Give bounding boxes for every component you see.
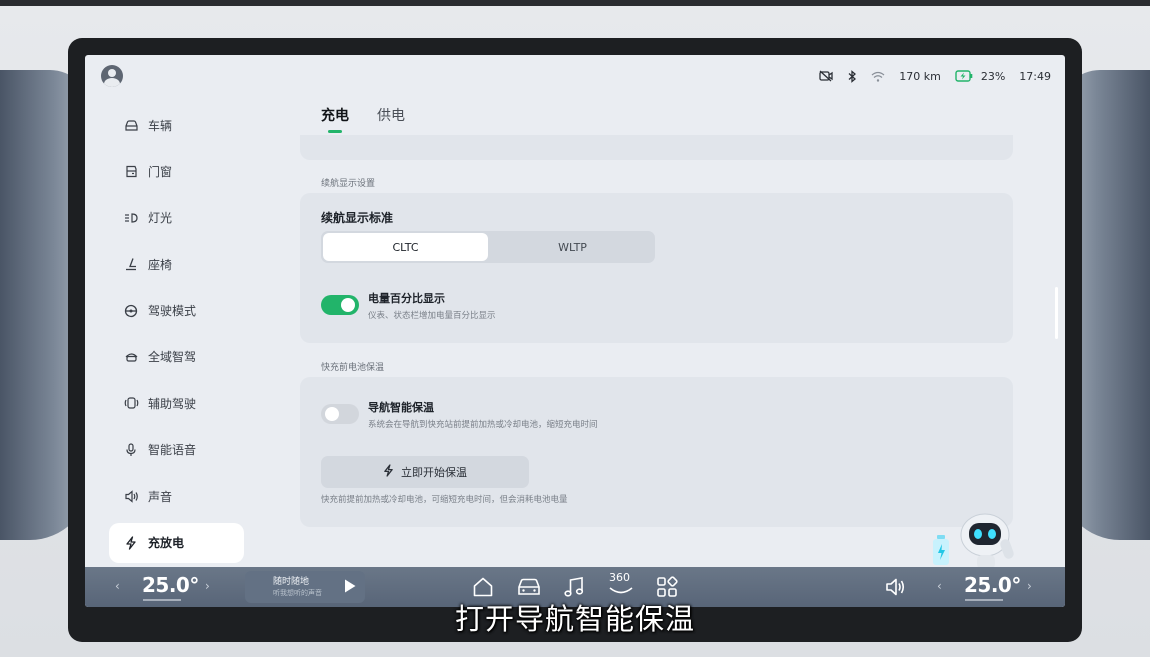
media-title: 随时随地: [273, 577, 310, 587]
wifi-icon: [871, 71, 885, 82]
range-option-wltp[interactable]: WLTP: [490, 231, 655, 263]
section-label-preheat: 快充前电池保温: [321, 363, 385, 373]
steering-wheel-icon: [123, 303, 139, 319]
sidebar-item-label: 驾驶模式: [148, 304, 197, 319]
speaker-icon: [123, 488, 139, 504]
start-preheat-label: 立即开始保温: [401, 466, 467, 479]
sidebar-item-label: 声音: [148, 489, 173, 504]
play-icon[interactable]: [343, 578, 357, 594]
sidebar-item-label: 充放电: [148, 536, 185, 551]
battery-percent-desc: 仪表、状态栏增加电量百分比显示: [368, 311, 496, 321]
right-temp-decrease[interactable]: ‹: [937, 579, 942, 593]
previous-settings-card: [300, 135, 1013, 160]
section-label-range: 续航显示设置: [321, 179, 376, 189]
sidebar-item-label: 辅助驾驶: [148, 396, 197, 411]
sidebar-item-smart-driving[interactable]: 全域智驾: [109, 337, 244, 377]
right-temp-increase[interactable]: ›: [1027, 579, 1032, 593]
range-option-cltc[interactable]: CLTC: [323, 233, 488, 261]
toggle-knob: [325, 407, 339, 421]
sidebar-item-label: 灯光: [148, 211, 173, 226]
left-temp-increase[interactable]: ›: [205, 579, 210, 593]
microphone-icon: [123, 442, 139, 458]
driver-assist-icon: [123, 395, 139, 411]
lightning-icon: [123, 535, 139, 551]
camera-off-icon: [819, 70, 833, 82]
sidebar-item-label: 座椅: [148, 257, 173, 272]
sidebar-item-charging[interactable]: 充放电: [109, 522, 244, 563]
lightning-icon: [383, 464, 394, 480]
sidebar-item-label: 车辆: [148, 118, 173, 133]
left-temp-decrease[interactable]: ‹: [115, 579, 120, 593]
sidebar-item-label: 全域智驾: [148, 350, 197, 365]
nav-preheat-toggle[interactable]: [321, 404, 359, 424]
left-temperature[interactable]: 25.0°: [142, 573, 199, 597]
autopilot-icon: [123, 349, 139, 365]
range-display-card: 续航显示标准 CLTC WLTP 电量百分比显示 仪表、状态栏增加电量百分比显示: [300, 193, 1013, 343]
charging-tabs: 充电 供电: [321, 105, 405, 133]
sidebar-item-seats[interactable]: 座椅: [109, 244, 244, 284]
seat-icon: [123, 256, 139, 272]
battery-percent-toggle[interactable]: [321, 295, 359, 315]
voice-assistant-robot[interactable]: [931, 507, 1017, 569]
headlight-icon: [123, 210, 139, 226]
sidebar-item-drive-mode[interactable]: 驾驶模式: [109, 291, 244, 331]
status-bar: 170 km 23% 17:49: [819, 67, 1051, 85]
battery-percent-title: 电量百分比显示: [368, 292, 445, 305]
door-icon: [123, 163, 139, 179]
content-scrollbar[interactable]: [1055, 287, 1058, 339]
toggle-knob: [341, 298, 355, 312]
sidebar-item-driver-assist[interactable]: 辅助驾驶: [109, 383, 244, 423]
car-icon: [123, 117, 139, 133]
sidebar-item-voice[interactable]: 智能语音: [109, 430, 244, 470]
sidebar-item-label: 智能语音: [148, 443, 197, 458]
nav-preheat-desc: 系统会在导航到快充站前提前加热或冷却电池，缩短充电时间: [368, 420, 598, 430]
settings-sidebar: 车辆 门窗 灯光 座椅 驾驶模式 全域智驾 辅助驾驶 智能语音 声音 充放电: [109, 105, 244, 569]
sidebar-item-vehicle[interactable]: 车辆: [109, 105, 244, 145]
bluetooth-icon: [847, 69, 857, 83]
battery-percent-text: 23%: [980, 69, 1006, 83]
battery-charging-icon: [955, 70, 973, 82]
user-avatar[interactable]: [101, 65, 123, 87]
range-standard-segmented-control: CLTC WLTP: [321, 231, 655, 263]
infotainment-screen: 170 km 23% 17:49 车辆 门窗 灯光 座椅 驾驶模式 全域智驾 辅…: [85, 55, 1065, 607]
start-preheat-button[interactable]: 立即开始保温: [321, 456, 529, 488]
sidebar-item-label: 门窗: [148, 164, 173, 179]
nav-preheat-title: 导航智能保温: [368, 401, 434, 414]
sidebar-item-doors[interactable]: 门窗: [109, 151, 244, 191]
tab-charging[interactable]: 充电: [321, 105, 349, 133]
range-text: 170 km: [899, 69, 941, 83]
preheat-footnote: 快充前提前加热或冷却电池，可缩短充电时间，但会消耗电池电量: [321, 495, 568, 505]
clock: 17:49: [1019, 69, 1051, 83]
battery-preheat-card: 导航智能保温 系统会在导航到快充站前提前加热或冷却电池，缩短充电时间 立即开始保…: [300, 377, 1013, 527]
right-temperature[interactable]: 25.0°: [964, 573, 1021, 597]
tab-power-supply[interactable]: 供电: [377, 105, 405, 131]
sidebar-item-lights[interactable]: 灯光: [109, 198, 244, 238]
volume-icon[interactable]: [885, 577, 907, 597]
range-standard-title: 续航显示标准: [321, 211, 394, 225]
sidebar-item-sound[interactable]: 声音: [109, 476, 244, 516]
video-subtitle: 打开导航智能保温: [454, 602, 695, 636]
